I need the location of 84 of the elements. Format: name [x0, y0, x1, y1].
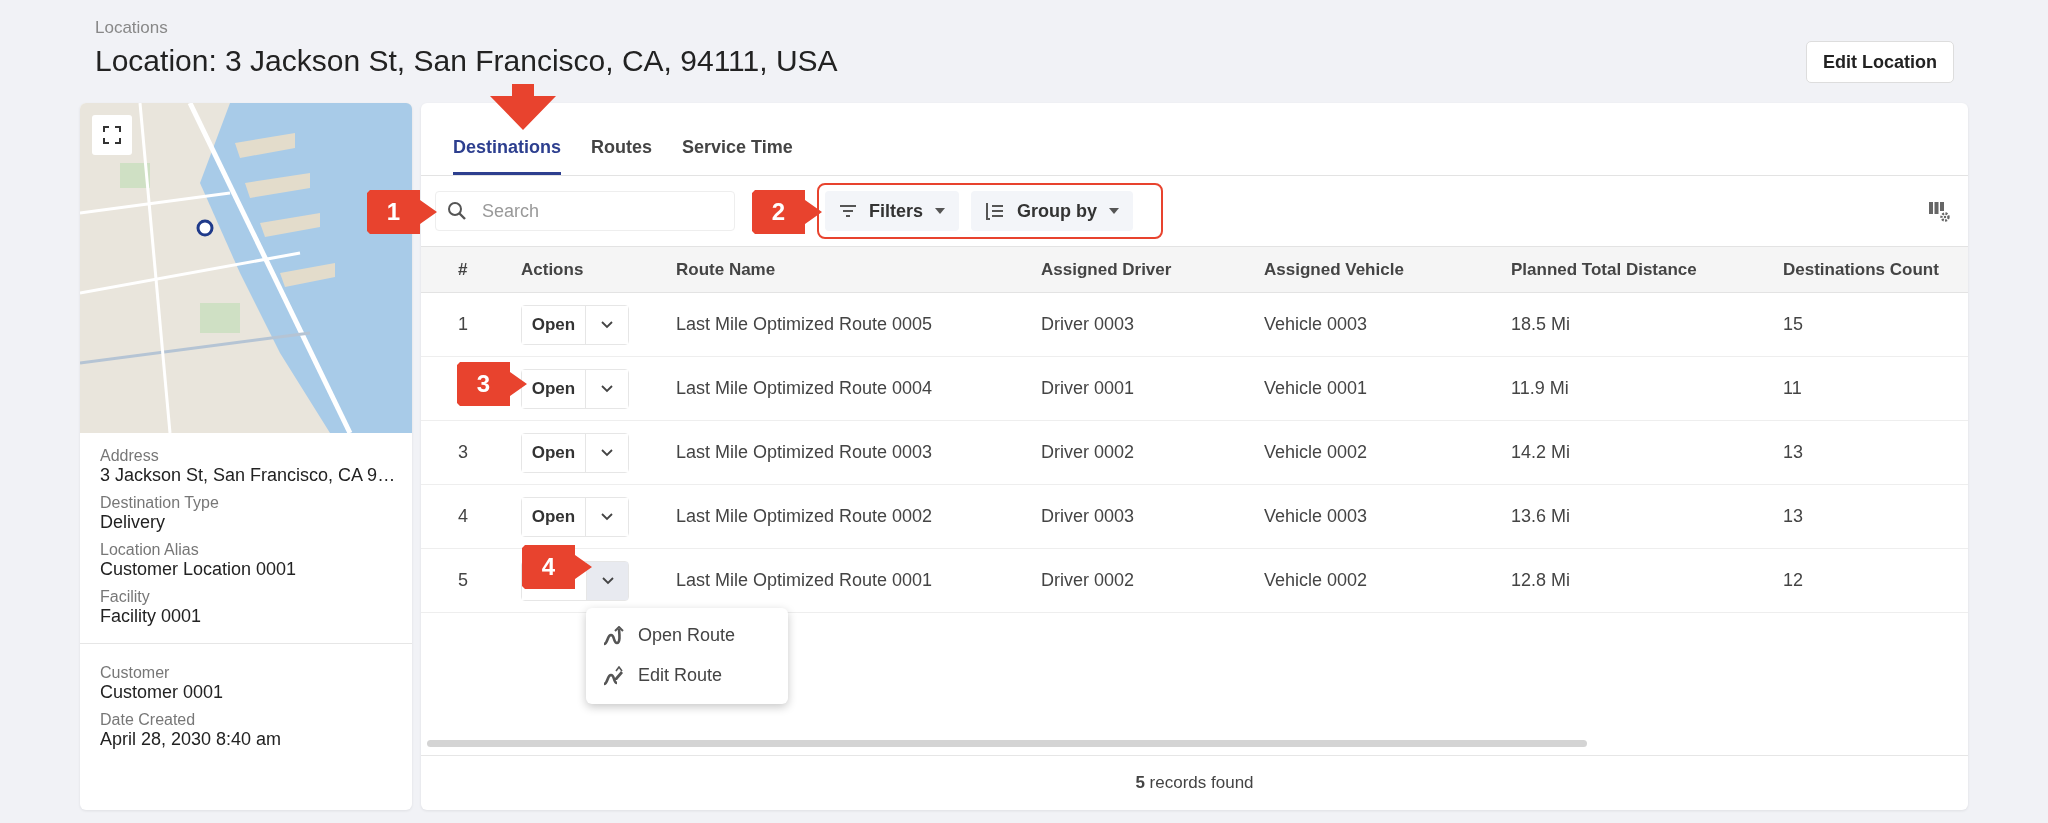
- caret-icon: [1109, 208, 1120, 214]
- table-cell-text: Driver 0003: [1041, 314, 1136, 335]
- field-value: April 28, 2030 8:40 am: [100, 729, 283, 750]
- table-cell-text: Vehicle 0002: [1264, 442, 1369, 463]
- search-icon: [447, 201, 467, 221]
- table-cell-text: Vehicle 0001: [1264, 378, 1369, 399]
- table-cell-text: 12.8 Mi: [1511, 570, 1572, 591]
- field-value: Customer Location 0001: [100, 559, 298, 580]
- field-value: 3 Jackson St, San Francisco, CA 9…: [100, 465, 392, 486]
- table-cell-text: 5: [458, 570, 469, 591]
- table-cell-text: 15: [1783, 314, 1805, 335]
- callout-marker: 2: [752, 190, 824, 234]
- dropdown-button[interactable]: [587, 561, 628, 600]
- filter-icon: [839, 204, 857, 218]
- filters-button[interactable]: Filters: [825, 191, 960, 231]
- table-cell-text: 13.6 Mi: [1511, 506, 1572, 527]
- menu-item[interactable]: Edit Route: [586, 655, 788, 696]
- field-label: Facility: [100, 588, 151, 606]
- table-cell-text: 13: [1783, 442, 1805, 463]
- open-button[interactable]: Open: [522, 305, 586, 344]
- table-cell-text: Driver 0001: [1041, 378, 1136, 399]
- table-cell-text: Last Mile Optimized Route 0003: [676, 442, 934, 463]
- column-header: Assigned Driver: [1041, 259, 1173, 280]
- table-cell-text: 1: [458, 314, 469, 335]
- table-cell-text: 4: [458, 506, 469, 527]
- table-cell-text: 13: [1783, 506, 1805, 527]
- column-header: Route Name: [676, 259, 777, 280]
- chevron-icon: [601, 512, 613, 521]
- column-header: Destinations Count: [1783, 259, 1940, 280]
- table-cell-text: Last Mile Optimized Route 0001: [676, 570, 934, 591]
- table-cell-text: 11: [1783, 378, 1803, 399]
- field-label: Customer: [100, 664, 171, 682]
- route-edit-icon: [602, 665, 624, 686]
- field-label: Date Created: [100, 711, 197, 729]
- tab[interactable]: Service Time: [682, 137, 793, 175]
- field-label: Location Alias: [100, 541, 200, 559]
- table-cell-text: Last Mile Optimized Route 0005: [676, 314, 934, 335]
- list-icon: [985, 202, 1006, 220]
- columns-gear-icon: [1928, 200, 1950, 222]
- open-button[interactable]: Open: [522, 497, 586, 536]
- table-cell-text: Driver 0002: [1041, 570, 1136, 591]
- table-cell-text: Last Mile Optimized Route 0004: [676, 378, 934, 399]
- column-header: Assigned Vehicle: [1264, 259, 1405, 280]
- search-field[interactable]: Search: [435, 191, 735, 231]
- field-label: Destination Type: [100, 494, 220, 512]
- fullscreen-button[interactable]: [92, 115, 132, 155]
- chevron-icon: [601, 384, 613, 393]
- annotation-arrow: [488, 84, 558, 132]
- table-cell-text: 3: [458, 442, 469, 463]
- field-label: Address: [100, 447, 160, 465]
- table-cell-text: Vehicle 0002: [1264, 570, 1369, 591]
- field-value: Facility 0001: [100, 606, 203, 627]
- field-value: Customer 0001: [100, 682, 225, 703]
- chevron-icon: [601, 320, 613, 329]
- column-header: Actions: [521, 259, 585, 280]
- column-header: #: [458, 259, 469, 280]
- group-by-button[interactable]: Group by: [971, 191, 1134, 231]
- open-button[interactable]: Open: [522, 433, 586, 472]
- records-count: 5 records found: [1135, 773, 1254, 793]
- column-header: Planned Total Distance: [1511, 259, 1698, 280]
- chevron-icon: [601, 448, 613, 457]
- table-cell-text: Driver 0002: [1041, 442, 1136, 463]
- menu-item[interactable]: Open Route: [586, 615, 788, 656]
- tab[interactable]: Destinations: [453, 137, 562, 175]
- table-cell-text: 11.9 Mi: [1511, 378, 1570, 399]
- route-arrow-icon: [602, 625, 624, 646]
- table-cell-text: Vehicle 0003: [1264, 314, 1369, 335]
- callout-marker: 4: [522, 545, 594, 589]
- table-cell-text: 12: [1783, 570, 1805, 591]
- callout-marker: 3: [457, 362, 529, 406]
- field-value: Delivery: [100, 512, 166, 533]
- page-title: Location: 3 Jackson St, San Francisco, CA, 94111, USA: [95, 44, 838, 78]
- table-cell-text: Vehicle 0003: [1264, 506, 1369, 527]
- edit-location-button[interactable]: Edit Location: [1806, 41, 1954, 83]
- table-cell-text: Last Mile Optimized Route 0002: [676, 506, 934, 527]
- chevron-icon: [601, 576, 614, 585]
- table-cell-text: 14.2 Mi: [1511, 442, 1572, 463]
- fullscreen-icon: [103, 126, 121, 144]
- callout-marker: 1: [367, 190, 439, 234]
- tab[interactable]: Routes: [591, 137, 653, 175]
- open-button[interactable]: Open: [522, 369, 586, 408]
- table-cell-text: 18.5 Mi: [1511, 314, 1572, 335]
- table-cell-text: Driver 0003: [1041, 506, 1136, 527]
- caret-icon: [935, 208, 946, 214]
